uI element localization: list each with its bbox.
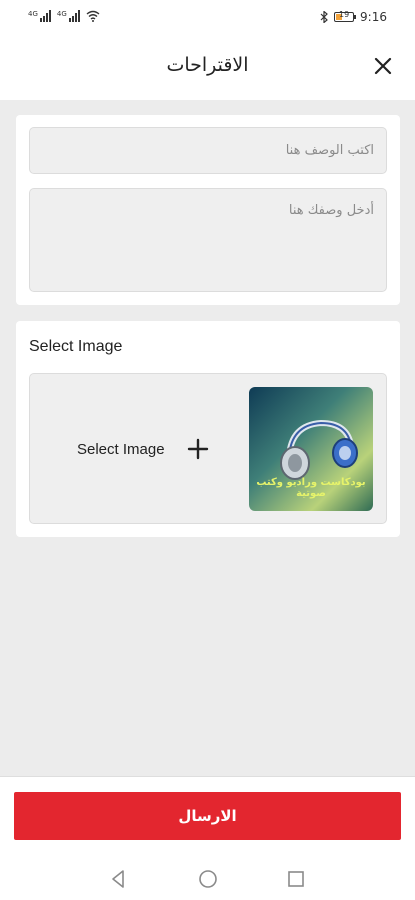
send-button[interactable]: الارسال — [14, 792, 401, 840]
description-body-input[interactable] — [29, 188, 387, 292]
bluetooth-icon — [320, 11, 328, 23]
page-title: الاقتراحات — [166, 54, 249, 76]
selected-image-thumbnail[interactable]: بودكاست وراديو وكتب صوتية — [249, 387, 373, 511]
signal-label: 4G — [28, 10, 38, 18]
close-icon[interactable] — [373, 56, 393, 76]
description-card — [16, 115, 400, 305]
signal-icon: 4G — [57, 10, 80, 22]
system-nav-bar — [0, 863, 415, 893]
image-picker[interactable]: Select Image بودكاست وراديو وكتب صوتية — [29, 373, 387, 524]
thumbnail-caption: بودكاست وراديو وكتب صوتية — [256, 477, 366, 499]
image-picker-label: Select Image — [77, 441, 165, 458]
back-icon[interactable] — [108, 868, 130, 890]
status-right: 19 9:16 — [320, 10, 387, 24]
battery-level: 19 — [339, 10, 350, 19]
recents-icon[interactable] — [285, 868, 307, 890]
status-bar: 4G 4G 19 9:16 — [0, 0, 415, 36]
clock: 9:16 — [360, 10, 387, 24]
battery-icon: 19 — [334, 10, 357, 22]
wifi-icon — [86, 10, 100, 22]
app-header: الاقتراحات — [0, 36, 415, 100]
status-left: 4G 4G — [28, 10, 100, 22]
image-card: Select Image Select Image بودكاست وراديو… — [16, 321, 400, 537]
image-section-label: Select Image — [29, 338, 123, 355]
plus-icon[interactable] — [187, 438, 209, 460]
signal-icon: 4G — [28, 10, 51, 22]
bottom-area: الارسال — [0, 776, 415, 900]
description-title-input[interactable] — [29, 127, 387, 174]
home-icon[interactable] — [197, 868, 219, 890]
signal-label: 4G — [56, 10, 67, 18]
